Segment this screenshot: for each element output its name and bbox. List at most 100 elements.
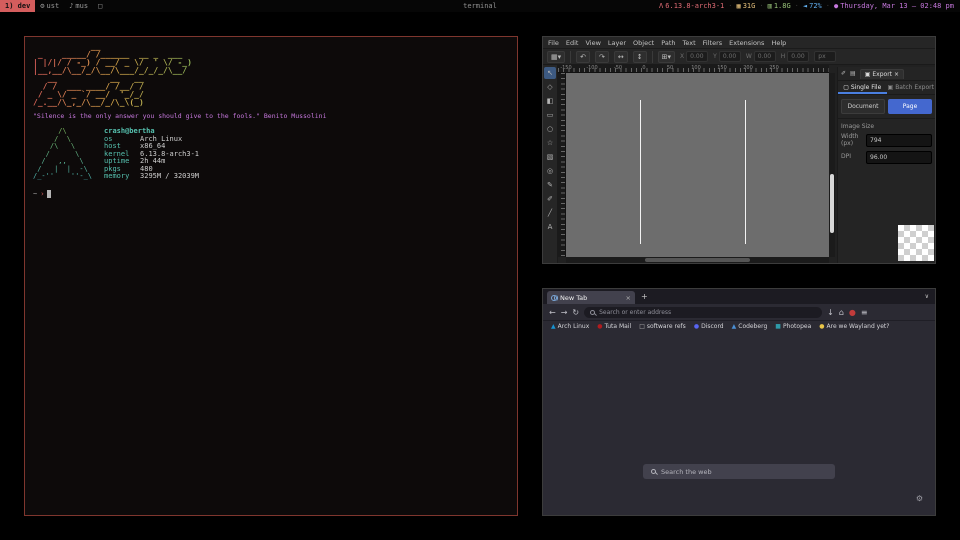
home-button[interactable]: ⌂ <box>839 308 844 317</box>
fetch-output: /\ / \ /\ \ / \ / ,, \ / | | -\ /_-'' ''… <box>33 128 509 181</box>
ruler-ticks <box>558 68 829 72</box>
menu-layer[interactable]: Layer <box>608 39 626 47</box>
objects-dialog-icon[interactable]: ✐ <box>841 70 846 77</box>
dialog-tab-strip: ✐ ▤ ▣ Export × <box>838 67 935 81</box>
drawn-vertical-line[interactable] <box>640 100 641 244</box>
export-icon: ▣ <box>865 71 871 78</box>
new-tab-button[interactable]: + <box>641 292 648 301</box>
rotate-cw-button[interactable]: ↷ <box>595 51 609 63</box>
star-tool[interactable]: ☆ <box>544 137 556 149</box>
document-button[interactable]: Document <box>841 99 885 114</box>
menu-filters[interactable]: Filters <box>703 39 722 47</box>
spiral-tool[interactable]: ◎ <box>544 165 556 177</box>
menu-help[interactable]: Help <box>771 39 786 47</box>
calligraphy-tool[interactable]: ╱ <box>544 207 556 219</box>
pencil-tool[interactable]: ✎ <box>544 179 556 191</box>
flip-vertical-button[interactable]: ↕ <box>633 51 647 63</box>
downloads-button[interactable]: ↓ <box>827 308 834 317</box>
pen-tool[interactable]: ✐ <box>544 193 556 205</box>
browser-tab-bar: New Tab × + ∨ <box>543 289 935 304</box>
close-tab-icon[interactable]: × <box>626 294 631 302</box>
terminal-window[interactable]: __ _ _____/ /______ __ _ ___ | |/|/ / -_… <box>24 36 518 516</box>
gear-icon[interactable]: ⚙ <box>916 494 923 503</box>
text-tool[interactable]: A <box>544 221 556 233</box>
canvas-vertical-scrollbar[interactable] <box>829 73 835 257</box>
menu-text[interactable]: Text <box>683 39 696 47</box>
close-icon[interactable]: × <box>894 71 899 78</box>
workspace-mus[interactable]: ♪ mus <box>64 0 93 12</box>
single-file-tab[interactable]: ▢ Single File <box>838 81 887 94</box>
page-button[interactable]: Page <box>888 99 932 114</box>
status-bar: 1) dev ⚙ ust ♪ mus □ terminal Λ 6.13.8-a… <box>0 0 960 12</box>
shape-builder-tool[interactable]: ◧ <box>544 95 556 107</box>
newtab-search-input[interactable]: Search the web <box>643 464 835 479</box>
bookmark-software-refs[interactable]: □software refs <box>639 323 686 330</box>
export-width-input[interactable]: 794 <box>866 134 932 147</box>
batch-export-tab[interactable]: ▣ Batch Export <box>887 81 936 94</box>
scrollbar-thumb[interactable] <box>645 258 750 262</box>
selection-options-button[interactable]: ▦▾ <box>547 51 565 63</box>
menu-extensions[interactable]: Extensions <box>729 39 764 47</box>
workspace-ust[interactable]: ⚙ ust <box>35 0 64 12</box>
width-field[interactable]: W0.00 <box>746 51 776 62</box>
snap-options-button[interactable]: ⊞▾ <box>658 51 675 63</box>
menu-file[interactable]: File <box>548 39 559 47</box>
export-target-buttons: Document Page <box>838 95 935 119</box>
menu-button[interactable]: ≡ <box>861 308 868 317</box>
gear-icon: ⚙ <box>40 2 44 10</box>
w-value[interactable]: 0.00 <box>754 51 776 62</box>
address-bar[interactable]: Search or enter address <box>584 307 822 318</box>
flip-horizontal-button[interactable]: ↔ <box>614 51 628 63</box>
extension-icon[interactable]: ● <box>849 308 856 317</box>
bookmark-photopea[interactable]: ■Photopea <box>775 323 811 330</box>
menu-edit[interactable]: Edit <box>566 39 579 47</box>
workspace-scratchpad[interactable]: □ <box>93 0 107 12</box>
single-file-label: Single File <box>851 84 881 91</box>
node-editor-tool[interactable]: ◇ <box>544 81 556 93</box>
status-modules: Λ 6.13.8-arch3-1 · ▦ 31G · ▥ 1.8G · ◄ 72… <box>659 2 960 10</box>
menu-view[interactable]: View <box>585 39 600 47</box>
memory-usage: 1.8G <box>774 2 791 10</box>
shell-prompt[interactable]: ~ › <box>33 190 509 198</box>
y-value[interactable]: 0.00 <box>719 51 741 62</box>
image-size-heading: Image Size <box>838 119 935 132</box>
bookmark-discord[interactable]: ●Discord <box>694 323 724 330</box>
menu-path[interactable]: Path <box>661 39 675 47</box>
rectangle-tool[interactable]: ▭ <box>544 109 556 121</box>
reload-button[interactable]: ↻ <box>572 308 579 317</box>
export-dialog-tab[interactable]: ▣ Export × <box>860 69 904 79</box>
workspace-dev[interactable]: 1) dev <box>0 0 35 12</box>
rotate-ccw-button[interactable]: ↶ <box>576 51 590 63</box>
menu-object[interactable]: Object <box>633 39 654 47</box>
x-value[interactable]: 0.00 <box>686 51 708 62</box>
bookmark-arch-linux[interactable]: ▲Arch Linux <box>551 323 589 330</box>
x-coordinate-field[interactable]: X0.00 <box>680 51 708 62</box>
volume-module[interactable]: ◄ 72% <box>803 2 822 10</box>
units-dropdown[interactable]: px <box>814 51 836 62</box>
active-tab[interactable]: New Tab × <box>547 291 635 304</box>
kernel-module: Λ 6.13.8-arch3-1 <box>659 2 724 10</box>
browser-window[interactable]: New Tab × + ∨ ← → ↻ Search or enter addr… <box>542 288 936 516</box>
selector-tool[interactable]: ↖ <box>544 67 556 79</box>
drawn-vertical-line[interactable] <box>745 100 746 244</box>
bookmark-codeberg[interactable]: ▲Codeberg <box>732 323 768 330</box>
scrollbar-thumb[interactable] <box>830 174 834 233</box>
ellipse-tool[interactable]: ○ <box>544 123 556 135</box>
layers-dialog-icon[interactable]: ▤ <box>850 70 856 77</box>
tab-overflow-chevron-icon[interactable]: ∨ <box>925 293 929 300</box>
forward-button[interactable]: → <box>561 308 568 317</box>
export-dpi-input[interactable]: 96.00 <box>866 151 932 164</box>
inkscape-window[interactable]: File Edit View Layer Object Path Text Fi… <box>542 36 936 264</box>
units-value[interactable]: px <box>814 51 836 62</box>
canvas-horizontal-scrollbar[interactable] <box>566 257 829 263</box>
fetch-label: memory <box>104 173 140 181</box>
bookmark-are-we-wayland-yet[interactable]: ●Are we Wayland yet? <box>819 323 889 330</box>
height-field[interactable]: H0.00 <box>781 51 810 62</box>
disk-module: ▦ 31G <box>737 2 756 10</box>
y-coordinate-field[interactable]: Y0.00 <box>713 51 741 62</box>
box-3d-tool[interactable]: ▧ <box>544 151 556 163</box>
bookmark-tuta-mail[interactable]: ●Tuta Mail <box>597 323 631 330</box>
inkscape-canvas[interactable] <box>566 73 829 257</box>
h-value[interactable]: 0.00 <box>787 51 809 62</box>
back-button[interactable]: ← <box>549 308 556 317</box>
